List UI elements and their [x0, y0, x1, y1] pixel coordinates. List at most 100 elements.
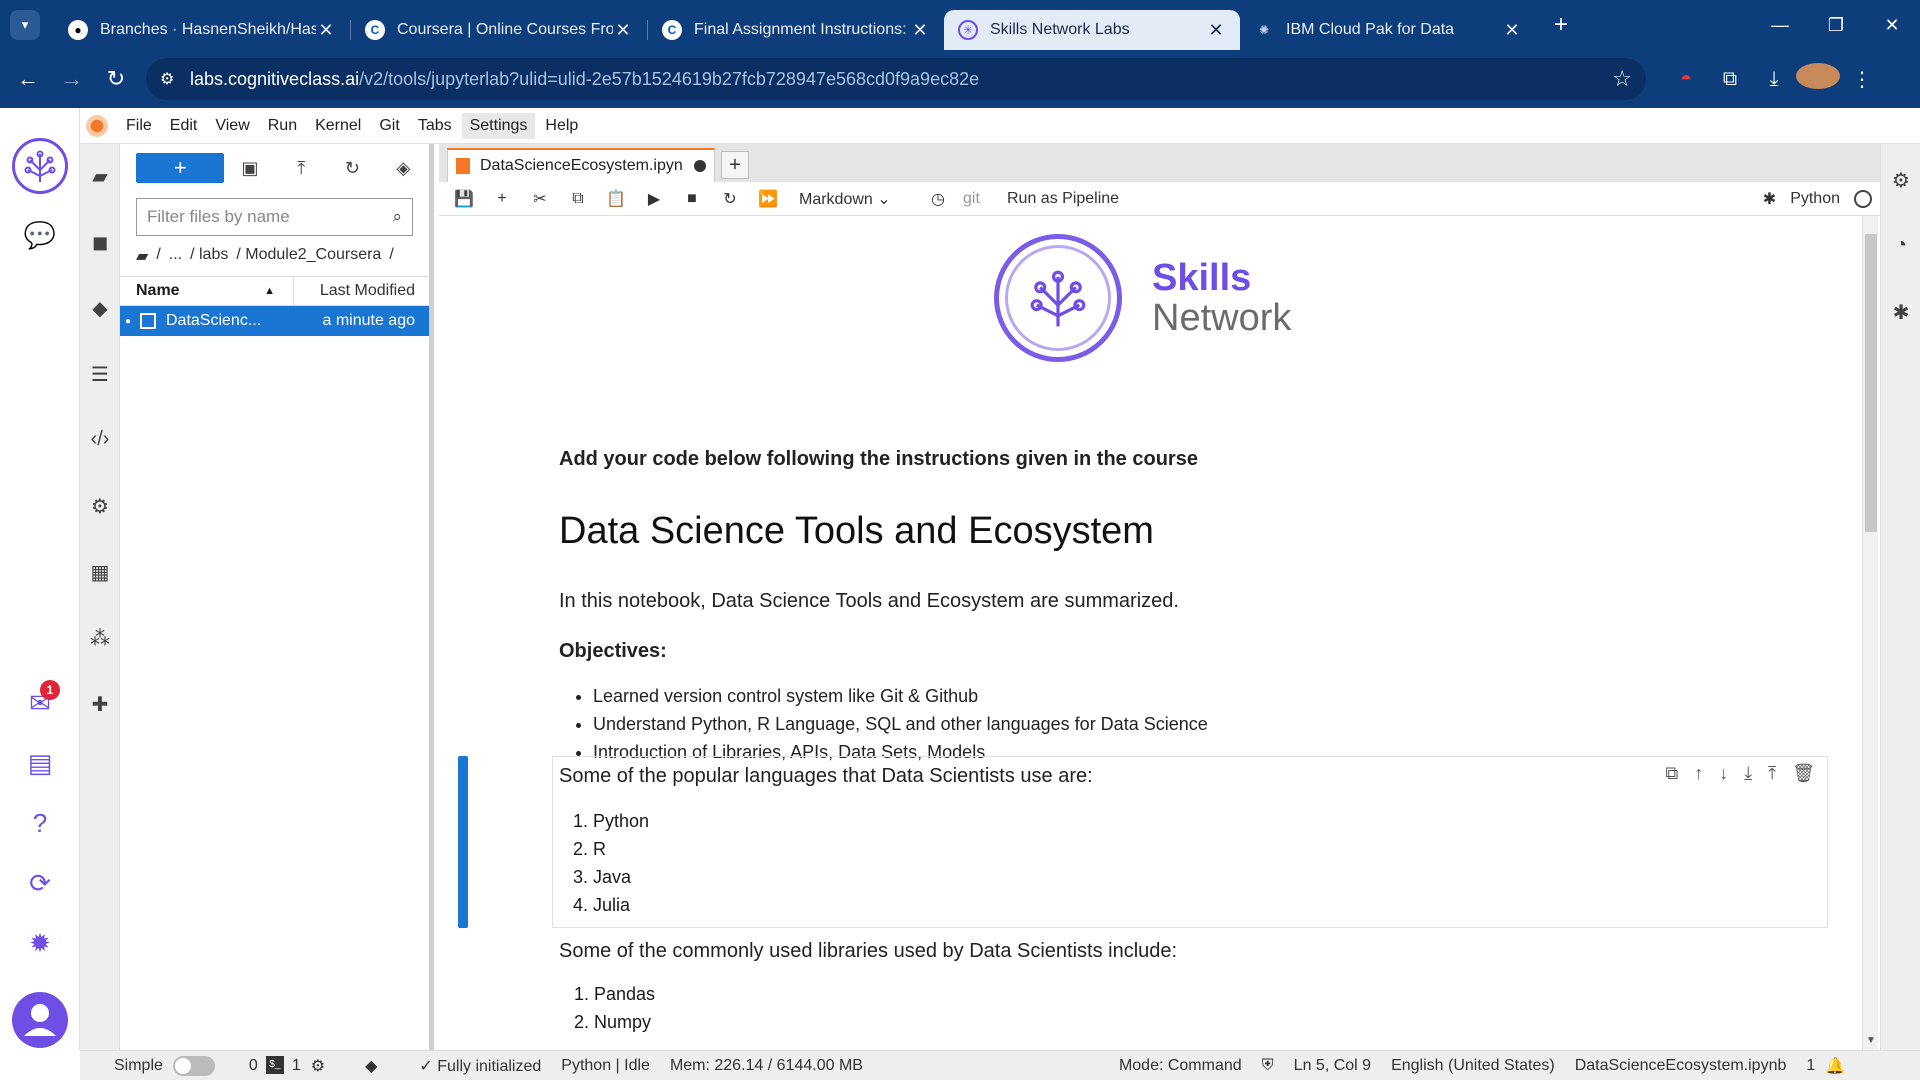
theme-sun-icon[interactable]: ✹	[29, 928, 51, 959]
run-icon[interactable]: ▶	[635, 189, 673, 209]
clock-icon[interactable]: ◷	[919, 189, 957, 209]
chat-icon[interactable]: 💬	[24, 220, 56, 251]
menu-edit[interactable]: Edit	[162, 113, 206, 139]
upload-icon[interactable]: ⤒	[276, 158, 327, 179]
menu-view[interactable]: View	[207, 113, 257, 139]
tab-search-button[interactable]: ▾	[10, 10, 40, 40]
active-cell-indicator[interactable]	[458, 756, 468, 928]
close-icon[interactable]: ✕	[316, 20, 336, 41]
duplicate-cell-icon[interactable]: ⧉	[1665, 763, 1678, 784]
close-icon[interactable]: ✕	[910, 20, 930, 41]
unsaved-dot-icon[interactable]	[694, 160, 706, 172]
insert-cell-icon[interactable]: +	[483, 190, 521, 208]
new-tab-button[interactable]: +	[1554, 11, 1568, 39]
move-up-icon[interactable]: ↑	[1694, 763, 1703, 784]
browser-tab-ibm[interactable]: ✺ IBM Cloud Pak for Data ✕	[1240, 10, 1536, 50]
help-icon[interactable]: ?	[33, 808, 47, 839]
profile-avatar[interactable]	[1796, 63, 1840, 95]
stop-icon[interactable]: ■	[673, 190, 711, 208]
save-icon[interactable]: 💾	[445, 189, 483, 209]
insert-above-icon[interactable]: ⤒	[1768, 763, 1776, 784]
cursor-position[interactable]: Ln 5, Col 9	[1294, 1057, 1371, 1075]
restore-icon[interactable]: ❐	[1808, 15, 1864, 36]
debugger-icon[interactable]: ✱	[1881, 300, 1920, 325]
skills-network-logo[interactable]	[12, 138, 68, 194]
close-icon[interactable]: ✕	[1502, 20, 1522, 41]
menu-git[interactable]: Git	[371, 113, 407, 139]
restart-icon[interactable]: ↻	[711, 189, 749, 209]
selected-markdown-cell[interactable]: Some of the popular languages that Data …	[552, 756, 1828, 928]
kernel-status[interactable]: Python | Idle	[561, 1057, 650, 1075]
address-bar[interactable]: ⚙ labs.cognitiveclass.ai/v2/tools/jupyte…	[146, 58, 1646, 100]
bookmark-star-icon[interactable]: ☆	[1612, 66, 1632, 92]
git-clone-icon[interactable]: ◈	[378, 158, 429, 179]
menu-run[interactable]: Run	[260, 113, 305, 139]
site-settings-icon[interactable]: ⚙	[160, 69, 190, 89]
document-icon[interactable]: ▤	[28, 748, 53, 779]
catalog-icon[interactable]: ▦	[80, 560, 120, 585]
running-sessions-icon[interactable]: ◼	[80, 230, 120, 255]
scrollbar-thumb[interactable]	[1865, 234, 1877, 532]
extensions-icon[interactable]: ⧉	[1708, 68, 1752, 91]
menu-kebab-icon[interactable]: ⋮	[1840, 67, 1884, 92]
forward-icon[interactable]: →	[50, 66, 94, 92]
table-of-contents-icon[interactable]: ☰	[80, 362, 120, 387]
extension-manager-icon[interactable]: ✚	[80, 692, 120, 717]
spell-language[interactable]: English (United States)	[1391, 1057, 1555, 1075]
browser-tab-skills-network[interactable]: ✳ Skills Network Labs ✕	[944, 10, 1240, 50]
copy-icon[interactable]: ⧉	[559, 190, 597, 208]
code-snippets-icon[interactable]: ‹/›	[80, 428, 120, 451]
breadcrumb-root[interactable]: /	[156, 246, 160, 266]
add-tab-button[interactable]: +	[721, 151, 749, 179]
debugger-icon[interactable]: ✱	[1763, 189, 1776, 209]
menu-file[interactable]: File	[118, 113, 160, 139]
run-pipeline-button[interactable]: Run as Pipeline	[1007, 190, 1119, 208]
menu-kernel[interactable]: Kernel	[307, 113, 369, 139]
close-window-icon[interactable]: ✕	[1864, 15, 1920, 36]
move-down-icon[interactable]: ↓	[1719, 763, 1728, 784]
sync-icon[interactable]: ⟳	[29, 868, 51, 899]
cell-type-select[interactable]: Markdown ⌄	[799, 189, 919, 209]
notification-count[interactable]: 1	[1806, 1057, 1815, 1075]
terminal-count[interactable]: 1	[292, 1057, 301, 1075]
property-inspector-icon[interactable]: ⚙	[1881, 168, 1920, 193]
scroll-down-icon[interactable]: ▼	[1863, 1035, 1879, 1046]
filter-files-input[interactable]: Filter files by name ⌕	[136, 198, 413, 236]
column-modified[interactable]: Last Modified	[294, 277, 429, 305]
minimize-icon[interactable]: —	[1752, 15, 1808, 36]
notebook-scrollbar[interactable]: ▼	[1862, 216, 1878, 1050]
git-label[interactable]: git	[963, 190, 1003, 208]
git-icon[interactable]: ◆	[365, 1056, 377, 1076]
run-all-icon[interactable]: ⏩	[749, 189, 787, 209]
menu-tabs[interactable]: Tabs	[410, 113, 460, 139]
property-inspector-icon[interactable]: ⚙	[80, 494, 120, 519]
download-icon[interactable]: ⤓	[1752, 68, 1796, 91]
bell-icon[interactable]: 🔔	[1825, 1056, 1845, 1076]
git-icon[interactable]: ◆	[80, 296, 120, 321]
new-launcher-button[interactable]: +	[136, 153, 225, 183]
file-row[interactable]: ● DataScienc... a minute ago	[120, 306, 429, 336]
refresh-icon[interactable]: ↻	[327, 158, 378, 179]
insert-below-icon[interactable]: ⤓	[1744, 763, 1752, 784]
folder-icon[interactable]: ▰	[80, 164, 120, 189]
breadcrumb-ellipsis[interactable]: ...	[169, 246, 182, 266]
components-icon[interactable]: ⁂	[80, 626, 120, 651]
kernel-name[interactable]: Python	[1790, 190, 1840, 208]
back-icon[interactable]: ←	[6, 66, 50, 92]
cut-icon[interactable]: ✂	[521, 189, 559, 209]
menu-help[interactable]: Help	[537, 113, 586, 139]
reload-icon[interactable]: ↻	[94, 66, 138, 92]
new-folder-icon[interactable]: ▣	[224, 158, 275, 179]
folder-icon[interactable]: ▰	[136, 246, 148, 266]
breadcrumb-labs[interactable]: / labs	[190, 246, 228, 266]
delete-cell-icon[interactable]: 🗑	[1792, 763, 1815, 784]
user-avatar[interactable]	[12, 992, 68, 1048]
breadcrumb-module[interactable]: / Module2_Coursera	[236, 246, 381, 266]
paste-icon[interactable]: 📋	[597, 189, 635, 209]
browser-tab-github[interactable]: ● Branches · HasnenSheikh/Hasne ✕	[54, 10, 350, 50]
notebook-tab[interactable]: DataScienceEcosystem.ipyn	[447, 148, 715, 182]
menu-settings[interactable]: Settings	[461, 112, 536, 139]
browser-tab-assignment[interactable]: C Final Assignment Instructions: C ✕	[648, 10, 944, 50]
simple-mode-toggle[interactable]: Simple	[114, 1055, 215, 1076]
close-icon[interactable]: ✕	[613, 20, 633, 41]
